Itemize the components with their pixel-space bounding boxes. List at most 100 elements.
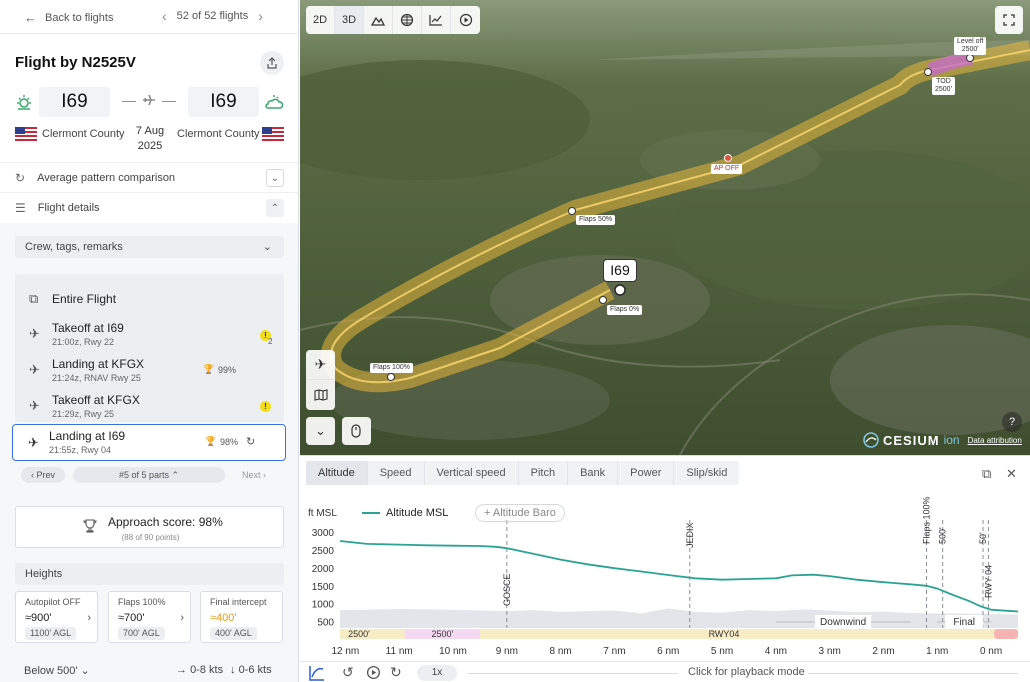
flight-sidebar: ← Back to flights ‹ 52 of 52 flights › F… <box>0 0 299 682</box>
part-takeoff-i69[interactable]: ✈ Takeoff at I69 21:00z, Rwy 22 ! 2 <box>15 318 284 350</box>
timeline-track[interactable] <box>468 673 678 674</box>
part-landing-kfgx[interactable]: ✈ Landing at KFGX 21:24z, RNAV Rwy 25 🏆 … <box>15 354 284 386</box>
globe-button[interactable] <box>393 6 422 34</box>
takeoff-icon: ✈ <box>29 326 40 341</box>
rewind-5-icon[interactable]: ↺ <box>342 664 354 681</box>
timeline-track[interactable] <box>808 673 1018 674</box>
mouse-mode-button[interactable] <box>342 417 371 445</box>
chevron-right-icon[interactable]: › <box>258 9 263 23</box>
weather-sun-icon <box>17 95 31 110</box>
below-label: Below 500' <box>24 665 78 677</box>
annotation-label: GOSCE <box>502 573 512 606</box>
landing-icon: ✈ <box>28 435 39 450</box>
flight-date-year: 2025 <box>137 140 163 152</box>
legend-swatch <box>362 512 380 514</box>
compare-icon[interactable]: ↻ <box>246 435 255 448</box>
altitude-mark: RWY04 <box>709 629 740 639</box>
crew-tags-dropdown[interactable]: Crew, tags, remarks ⌄ <box>15 236 284 258</box>
approach-score-card[interactable]: Approach score: 98% (88 of 90 points) <box>15 506 284 548</box>
forward-5-icon[interactable]: ↻ <box>390 664 402 681</box>
flight-details-row[interactable]: ☰ Flight details ⌃ <box>0 192 298 222</box>
part-takeoff-kfgx[interactable]: ✈ Takeoff at KFGX 21:29z, Rwy 25 ! <box>15 390 284 422</box>
height-value: ≈400' <box>210 612 237 624</box>
kts-b: 0-6 kts <box>238 664 272 676</box>
y-tick-label: 2000 <box>312 564 335 575</box>
chevron-up-icon[interactable]: ⌃ <box>266 199 284 217</box>
map-toolbar: 2D 3D <box>306 6 480 34</box>
chart-legend: Altitude MSL <box>362 507 448 519</box>
collapse-button[interactable]: ⌄ <box>306 417 335 445</box>
airport-marker[interactable]: I69 <box>603 259 637 282</box>
phase-label: Final <box>953 617 975 628</box>
next-part-button[interactable]: Next › <box>231 467 277 483</box>
add-altitude-baro-button[interactable]: + Altitude Baro <box>475 504 565 522</box>
position-label: #5 of 5 parts <box>118 470 169 480</box>
departure-airport-code: I69 <box>39 87 110 117</box>
airplane-view-button[interactable]: ✈ <box>306 350 335 380</box>
view-2d-button[interactable]: 2D <box>306 6 335 34</box>
altitude-chart[interactable]: ft MSL 500 1000 1500 2000 2500 3000 GOSCE JEDIX F… <box>300 456 1030 661</box>
headwind-readout: → 0-8 kts <box>176 664 224 676</box>
part-entire-flight[interactable]: ⧉ Entire Flight <box>15 274 284 310</box>
legend-series-name: Altitude MSL <box>386 507 449 519</box>
terrain-button[interactable] <box>364 6 393 34</box>
y-tick-label: 1500 <box>312 582 335 593</box>
share-button[interactable] <box>260 51 284 75</box>
map-label-flaps0: Flaps 0% <box>607 305 643 315</box>
chart-panel: Altitude Speed Vertical speed Pitch Bank Powe… <box>300 455 1030 682</box>
3d-map-view[interactable]: Level off 2500' TOD 2500' AP OFF Flaps 50%… <box>300 0 1030 455</box>
x-tick-label: 6 nm <box>657 646 679 657</box>
arrow-left-icon: ← <box>24 10 37 25</box>
playback-speed-button[interactable]: 1x <box>417 665 457 681</box>
help-button[interactable]: ? <box>1002 412 1022 432</box>
flight-parts-list: ⧉ Entire Flight ✈ Takeoff at I69 21:00z,… <box>15 274 284 422</box>
y-tick-label: 500 <box>317 618 334 629</box>
part-score: 99% <box>218 365 237 375</box>
view-3d-button[interactable]: 3D <box>335 6 364 34</box>
playback-mode-label[interactable]: Click for playback mode <box>688 666 805 678</box>
part-subtitle: 21:29z, Rwy 25 <box>52 409 115 419</box>
height-card-autopilot[interactable]: Autopilot OFF ≈900' 1100' AGL › <box>15 591 98 643</box>
fullscreen-button[interactable] <box>995 6 1023 34</box>
chevron-left-icon[interactable]: ‹ <box>162 9 167 23</box>
height-label: Flaps 100% <box>118 597 166 607</box>
chevron-right-icon: › <box>180 612 184 624</box>
height-agl: 1100' AGL <box>25 627 77 640</box>
height-card-flaps[interactable]: Flaps 100% ≈700' 700' AGL › <box>108 591 191 643</box>
play-button[interactable] <box>451 6 480 34</box>
data-attribution-link[interactable]: Data attribution <box>968 436 1022 445</box>
terrain-area <box>340 608 1018 628</box>
globe-icon <box>400 13 414 27</box>
us-flag-icon <box>15 127 37 141</box>
play-circle-icon <box>459 13 472 27</box>
height-card-final[interactable]: Final intercept ≈400' 400' AGL <box>200 591 283 643</box>
part-position-dropdown[interactable]: #5 of 5 parts ⌃ <box>73 467 225 483</box>
heights-header: Heights <box>15 563 284 585</box>
play-circle-icon[interactable] <box>366 665 381 680</box>
height-agl: 700' AGL <box>118 627 165 640</box>
altitude-band-runway <box>994 629 1018 639</box>
warning-count: 2 <box>268 337 273 346</box>
chart-mode-icon[interactable] <box>308 664 326 682</box>
part-subtitle: 21:00z, Rwy 22 <box>52 337 115 347</box>
x-tick-label: 7 nm <box>603 646 625 657</box>
annotation-label: 50' <box>978 532 988 544</box>
height-label: Final intercept <box>210 597 267 607</box>
back-button[interactable]: ← Back to flights <box>24 10 113 25</box>
chart-button[interactable] <box>422 6 451 34</box>
chevron-down-icon[interactable]: ⌄ <box>266 169 284 187</box>
below-altitude-dropdown[interactable]: Below 500' ⌄ <box>24 664 90 677</box>
x-tick-label: 4 nm <box>765 646 787 657</box>
prev-part-button[interactable]: ‹ Prev <box>21 467 65 483</box>
mouse-icon <box>351 424 361 438</box>
compare-icon: ↻ <box>15 170 26 185</box>
part-landing-i69-selected[interactable]: ✈ Landing at I69 21:55z, Rwy 04 🏆 98% ↻ <box>12 424 286 461</box>
pattern-comparison-row[interactable]: ↻ Average pattern comparison ⌄ <box>0 162 298 192</box>
map-layers-button[interactable] <box>306 380 335 410</box>
part-title: Landing at I69 <box>49 429 126 443</box>
annotation-label: 500' <box>938 527 948 544</box>
warning-badge-icon: ! <box>260 401 271 412</box>
us-flag-icon <box>262 127 284 141</box>
x-tick-label: 3 nm <box>819 646 841 657</box>
part-score: 98% <box>220 437 239 447</box>
